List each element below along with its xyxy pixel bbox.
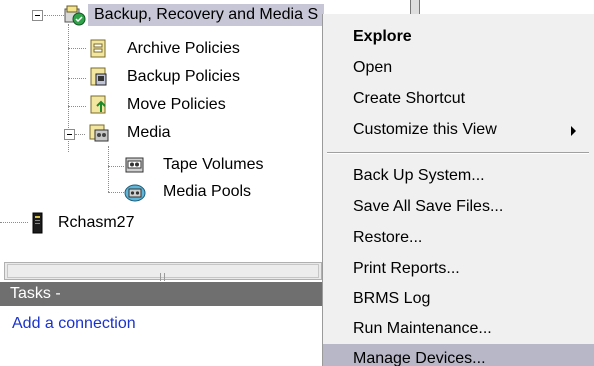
window-frame-strip (322, 0, 594, 14)
tree-connector (108, 146, 109, 192)
menu-item-open[interactable]: Open (323, 53, 594, 83)
tree-connector (44, 15, 64, 16)
media-icon (88, 122, 109, 142)
horizontal-scrollbar[interactable] (4, 262, 322, 299)
tree-connector (68, 106, 86, 107)
menu-item-label: Customize this View (353, 121, 497, 138)
tree-item-label[interactable]: Tape Volumes (163, 155, 264, 175)
menu-item-manage-devices[interactable]: Manage Devices... (323, 344, 594, 366)
tree-connector (68, 78, 86, 79)
scrollbar-thumb[interactable] (7, 264, 319, 299)
menu-item-restore[interactable]: Restore... (323, 223, 594, 253)
add-connection-link[interactable]: Add a connection (12, 315, 136, 333)
tasks-header[interactable]: Tasks - (0, 282, 322, 306)
tree-connector (0, 222, 28, 223)
tape-volumes-icon (124, 154, 144, 174)
tree-item-label[interactable]: Rchasm27 (58, 213, 134, 233)
menu-item-run-maintenance[interactable]: Run Maintenance... (323, 314, 594, 344)
backup-policies-icon (88, 66, 108, 86)
navigation-tree[interactable]: Backup, Recovery and Media S Archive Pol… (0, 0, 324, 262)
tree-item-label[interactable]: Archive Policies (127, 39, 240, 59)
tasks-pane: Add a connection (0, 306, 322, 366)
backup-recovery-icon (64, 4, 86, 26)
tree-item-label[interactable]: Media Pools (163, 182, 251, 202)
menu-item-back-up-system[interactable]: Back Up System... (323, 161, 594, 191)
tree-connector (75, 134, 85, 135)
archive-policies-icon (88, 38, 108, 58)
collapse-root-toggle[interactable] (32, 10, 43, 21)
tree-connector (108, 192, 124, 193)
context-menu: Explore Open Create Shortcut Customize t… (322, 14, 594, 366)
collapse-media-toggle[interactable] (64, 129, 75, 140)
system-server-icon (28, 212, 48, 234)
tree-item-label[interactable]: Move Policies (127, 95, 226, 115)
tree-item-label[interactable]: Backup Policies (127, 67, 240, 87)
menu-item-print-reports[interactable]: Print Reports... (323, 254, 594, 284)
menu-item-explore[interactable]: Explore (323, 22, 594, 52)
submenu-arrow-icon (571, 126, 576, 136)
tree-connector (68, 48, 86, 49)
menu-item-create-shortcut[interactable]: Create Shortcut (323, 84, 594, 114)
media-pools-icon (124, 181, 146, 202)
tree-connector (108, 166, 124, 167)
menu-item-save-all-save-files[interactable]: Save All Save Files... (323, 192, 594, 222)
menu-item-brms-log[interactable]: BRMS Log (323, 284, 594, 314)
tree-item-label[interactable]: Backup, Recovery and Media S (94, 5, 318, 25)
menu-separator (327, 152, 589, 154)
tree-item-label[interactable]: Media (127, 123, 171, 143)
scroll-grip-icon (160, 268, 170, 299)
frame-edge (410, 0, 420, 14)
move-policies-icon (88, 94, 108, 114)
menu-item-customize-view[interactable]: Customize this View (323, 115, 594, 145)
